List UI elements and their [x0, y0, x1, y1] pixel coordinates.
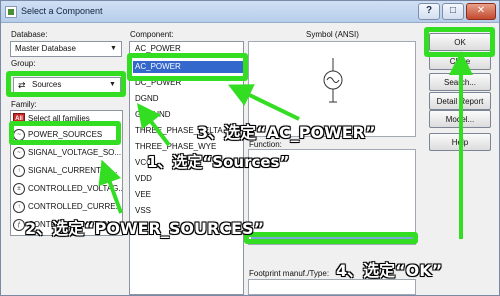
- chevron-down-icon: ▼: [110, 45, 117, 52]
- maximize-button[interactable]: □: [442, 3, 464, 20]
- help-window-button[interactable]: ?: [418, 3, 440, 20]
- family-item-label: SIGNAL_CURRENT_S...: [28, 166, 118, 175]
- help-button-label: Help: [451, 138, 469, 147]
- component-label: Component:: [130, 30, 174, 39]
- window-title: Select a Component: [21, 6, 103, 16]
- list-item[interactable]: AC_POWER: [133, 43, 243, 55]
- select-component-dialog: Select a Component ? □ ✕ Database: Maste…: [0, 0, 500, 296]
- database-value: Master Database: [15, 44, 76, 53]
- list-item[interactable]: VEE: [133, 189, 243, 201]
- maximize-icon: □: [449, 5, 457, 16]
- all-families-icon: All: [13, 113, 25, 125]
- question-icon: ?: [425, 5, 433, 16]
- search-button[interactable]: Search...: [429, 73, 491, 91]
- family-item-label: POWER_SOURCES: [28, 130, 103, 139]
- component-name: VDD: [135, 174, 152, 183]
- family-item-label: SIGNAL_VOLTAGE_SO...: [28, 148, 122, 157]
- family-item-power-sources[interactable]: ~ POWER_SOURCES: [13, 129, 122, 141]
- family-item-all[interactable]: All Select all families: [13, 113, 122, 125]
- signal-voltage-icon: ~: [13, 147, 25, 159]
- search-button-label: Search...: [443, 78, 476, 87]
- database-select[interactable]: Master Database ▼: [10, 41, 122, 57]
- group-label: Group:: [11, 59, 36, 68]
- family-label: Family:: [11, 100, 37, 109]
- title-bar: Select a Component ? □ ✕: [1, 1, 499, 23]
- list-item[interactable]: DGND: [133, 93, 243, 105]
- model-button-label: Model...: [445, 115, 475, 124]
- help-button[interactable]: Help: [429, 133, 491, 151]
- close-button-label: Close: [449, 57, 471, 66]
- group-value: Sources: [32, 80, 62, 89]
- source-symbol-icon: ⇄: [18, 80, 26, 90]
- component-name: AC_POWER: [135, 62, 181, 71]
- component-name: AC_POWER: [135, 44, 181, 53]
- controlled-current-icon: ↑: [13, 201, 25, 213]
- list-item-selected[interactable]: AC_POWER: [133, 61, 243, 73]
- annotation-step4: 4、选定“OK”: [336, 261, 443, 280]
- annotation-step3: 3、选定“AC_POWER”: [197, 123, 376, 142]
- annotation-step2: 2、选定“POWER_SOURCES”: [25, 219, 265, 238]
- component-name: VEE: [135, 190, 152, 199]
- model-button[interactable]: Model...: [429, 110, 491, 128]
- function-selection: [251, 236, 413, 243]
- ok-button[interactable]: OK: [429, 33, 491, 51]
- family-item-label: CONTROLLED_VOLTAG...: [28, 184, 123, 193]
- component-name: DGND: [135, 94, 159, 103]
- footprint-label: Footprint manuf./Type:: [249, 269, 330, 278]
- list-item[interactable]: DC_POWER: [133, 77, 243, 89]
- power-source-icon: ~: [13, 129, 25, 141]
- family-item-signal-voltage[interactable]: ~ SIGNAL_VOLTAGE_SO...: [13, 147, 122, 159]
- signal-current-icon: ↑: [13, 165, 25, 177]
- window-close-button[interactable]: ✕: [466, 3, 496, 20]
- detail-report-button-label: Detail Report: [436, 97, 484, 106]
- close-button[interactable]: Close: [429, 52, 491, 70]
- close-icon: ✕: [476, 5, 486, 16]
- component-name: VSS: [135, 206, 152, 215]
- family-item-label: CONTROLLED_CURRE...: [28, 202, 123, 211]
- component-name: GROUND: [135, 110, 171, 119]
- component-name: DC_POWER: [135, 78, 182, 87]
- component-name: THREE_PHASE_WYE: [135, 142, 217, 151]
- annotation-step1: 1、选定“Sources”: [147, 153, 290, 171]
- family-item-controlled-voltage[interactable]: ± CONTROLLED_VOLTAG...: [13, 183, 123, 195]
- detail-report-button[interactable]: Detail Report: [429, 92, 491, 110]
- control-function-icon: ƒ: [13, 219, 25, 231]
- family-item-controlled-current[interactable]: ↑ CONTROLLED_CURRE...: [13, 201, 123, 213]
- family-item-label: Select all families: [28, 114, 90, 123]
- app-icon: [5, 6, 17, 18]
- database-label: Database:: [11, 30, 48, 39]
- list-item[interactable]: VDD: [133, 173, 243, 185]
- family-item-signal-current[interactable]: ↑ SIGNAL_CURRENT_S...: [13, 165, 122, 177]
- ok-button-label: OK: [454, 38, 466, 47]
- symbol-label: Symbol (ANSI): [306, 30, 359, 39]
- controlled-voltage-icon: ±: [13, 183, 25, 195]
- group-select[interactable]: Sources ⇄ ▼: [13, 77, 121, 93]
- footprint-box: [248, 279, 416, 295]
- chevron-down-icon: ▼: [109, 81, 116, 88]
